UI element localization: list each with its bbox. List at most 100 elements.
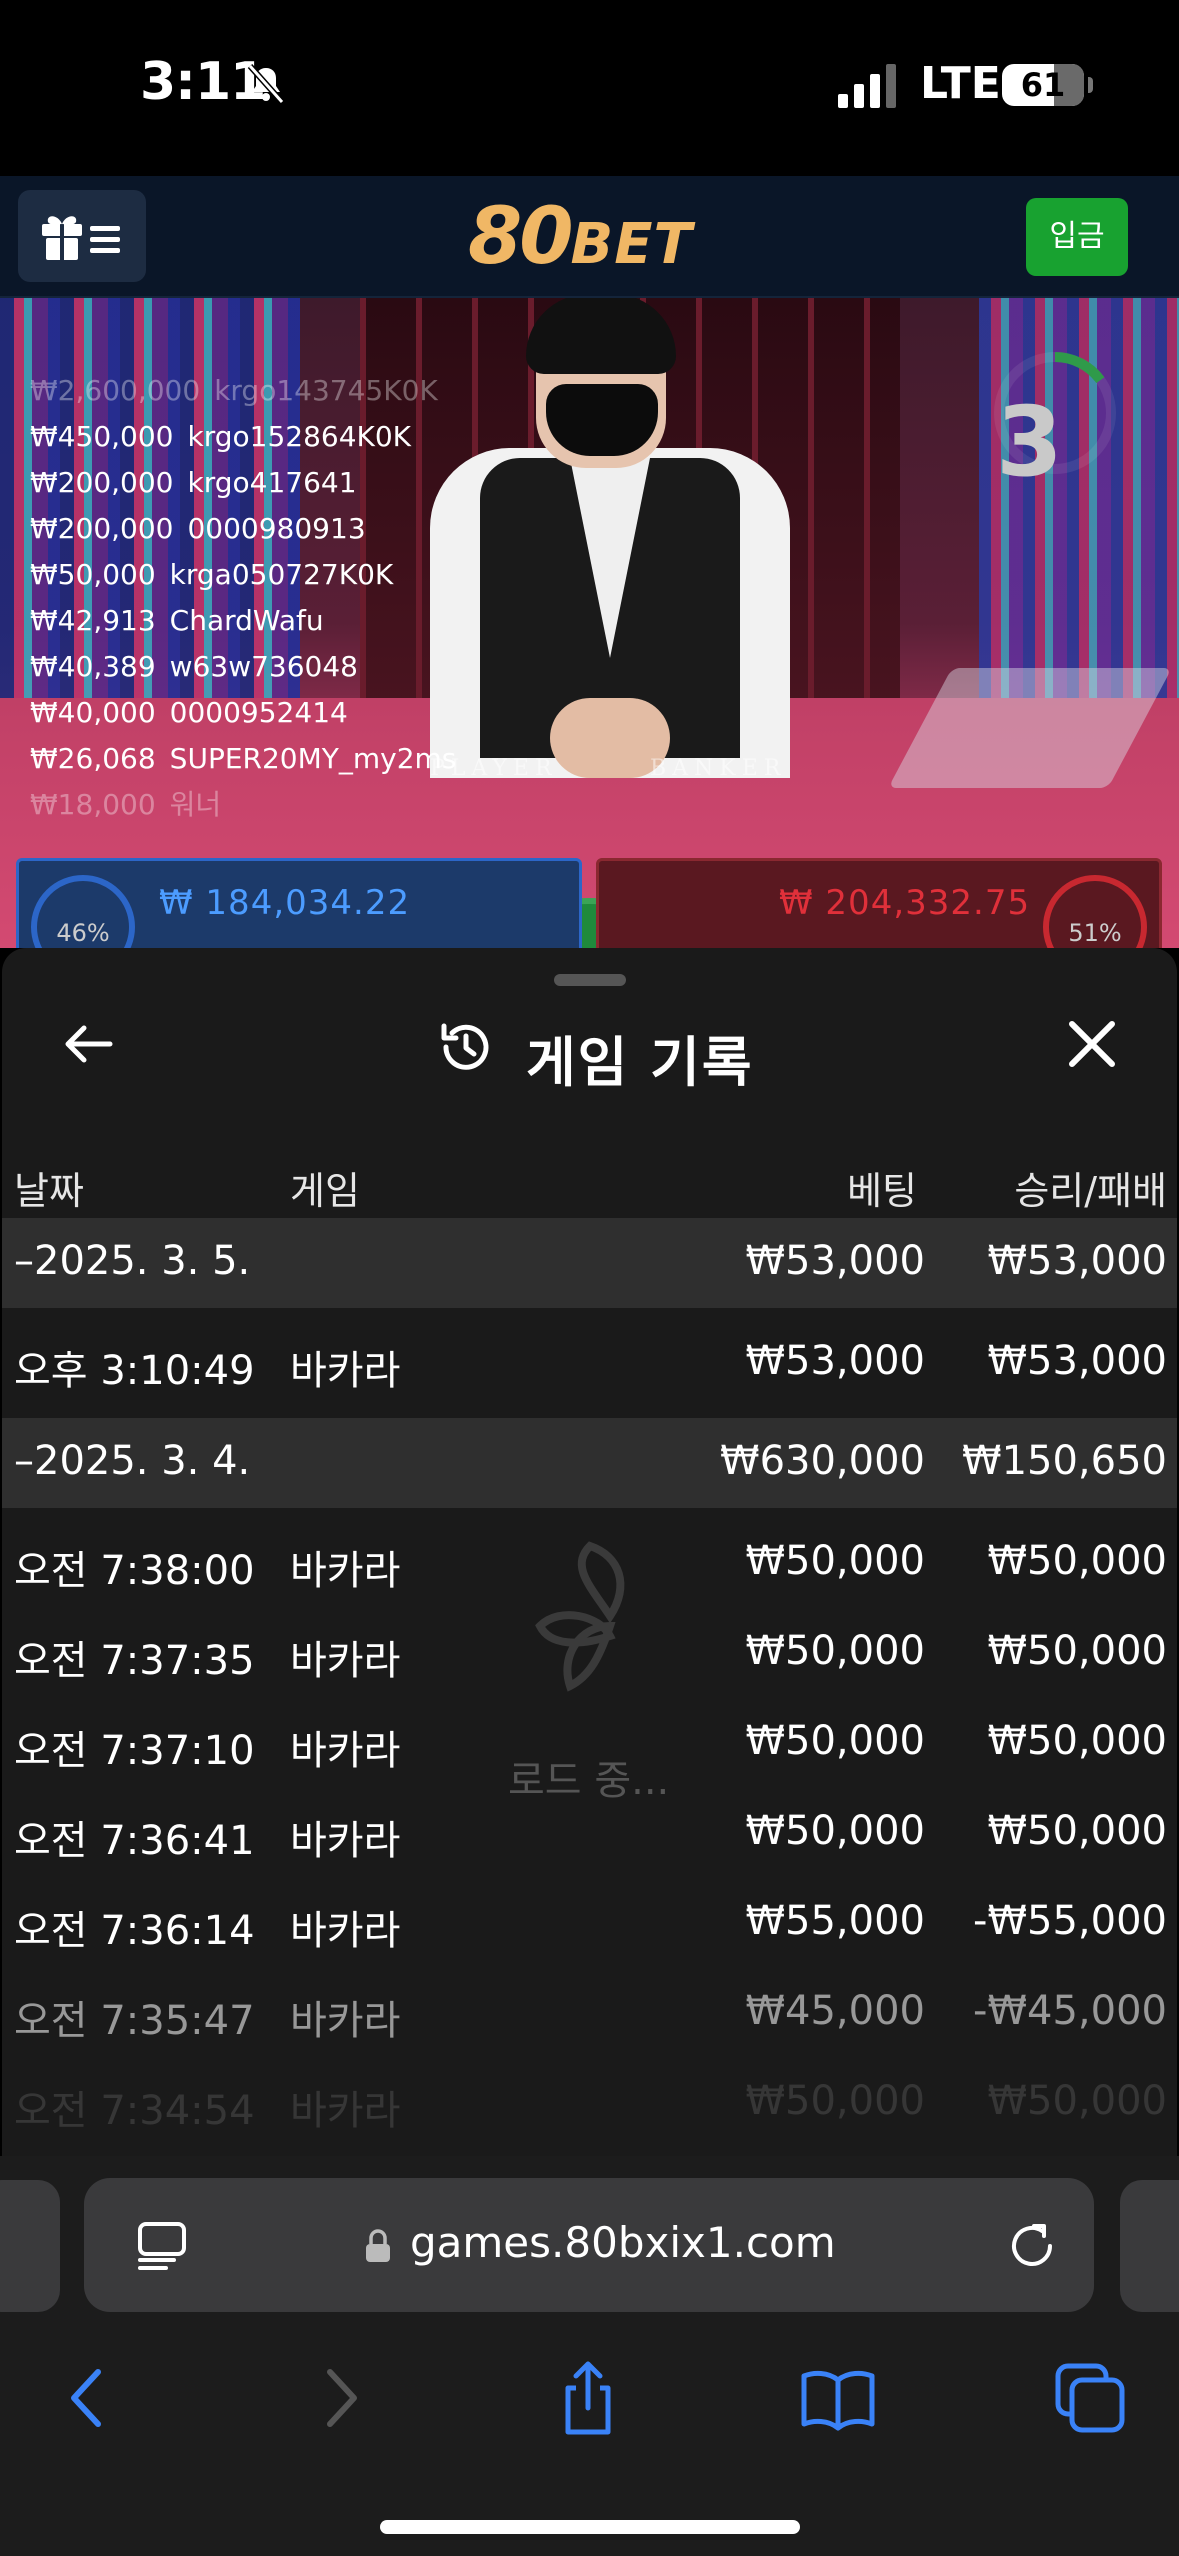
- bet-amount: ₩200,000: [30, 466, 174, 499]
- column-winloss: 승리/패배: [1014, 1169, 1167, 1213]
- brand-logo[interactable]: 80BET: [468, 192, 693, 282]
- bet-amount: ₩200,000: [30, 512, 174, 545]
- lock-icon: [366, 2229, 390, 2262]
- dealer-hair: [526, 298, 676, 374]
- row-date: 오전 7:36:41: [14, 1818, 255, 1864]
- banker-bet-panel[interactable]: ₩ 204,332.75 51%: [596, 858, 1162, 948]
- row-bet: ₩53,000: [745, 1238, 925, 1284]
- player-bet-panel[interactable]: 46% ₩ 184,034.22: [16, 858, 582, 948]
- bet-entry: ₩2,600,000 krgo143745K0K: [30, 368, 456, 414]
- row-game: 바카라: [290, 1818, 401, 1864]
- close-icon[interactable]: [1064, 1016, 1120, 1072]
- forward-nav-icon[interactable]: [300, 2358, 380, 2438]
- share-icon[interactable]: [548, 2358, 628, 2438]
- tabs-icon[interactable]: [1050, 2358, 1130, 2438]
- table-row[interactable]: 오전 7:35:47 바카라 ₩45,000 -₩45,000: [2, 1968, 1177, 2058]
- row-game: 바카라: [290, 1998, 401, 2044]
- bet-entry: ₩200,000 0000980913: [30, 506, 456, 552]
- row-winloss: -₩45,000: [973, 1988, 1167, 2034]
- row-bet: ₩50,000: [745, 1718, 925, 1764]
- bet-user: krgo152864K0K: [187, 420, 412, 453]
- bet-entry: ₩450,000 krgo152864K0K: [30, 414, 456, 460]
- bet-entry: ₩40,389 w63w736048: [30, 644, 456, 690]
- date-group-row[interactable]: –2025. 3. 5. ₩53,000 ₩53,000: [2, 1218, 1177, 1308]
- row-bet: ₩50,000: [745, 1628, 925, 1674]
- banker-percentage: 51%: [1043, 875, 1147, 948]
- bet-amount: ₩18,000: [30, 788, 156, 821]
- row-winloss: ₩50,000: [987, 2078, 1167, 2124]
- home-indicator: [380, 2520, 800, 2534]
- bet-entry: ₩50,000 krga050727K0K: [30, 552, 456, 598]
- row-date: 오후 3:10:49: [14, 1348, 255, 1394]
- table-row[interactable]: 오전 7:36:14 바카라 ₩55,000 -₩55,000: [2, 1878, 1177, 1968]
- row-bet: ₩630,000: [720, 1438, 925, 1484]
- bet-user: 0000980913: [187, 512, 366, 545]
- address-bar[interactable]: games.80bxix1.com: [84, 2178, 1094, 2312]
- bet-entry: ₩42,913 ChardWafu: [30, 598, 456, 644]
- row-game: 바카라: [290, 1908, 401, 1954]
- bet-user: 워너: [169, 788, 222, 821]
- row-bet: ₩55,000: [745, 1898, 925, 1944]
- back-arrow-icon[interactable]: [60, 1016, 116, 1072]
- row-date: 오전 7:35:47: [14, 1998, 255, 2044]
- next-tab-preview[interactable]: [1120, 2180, 1179, 2312]
- battery-level: 61: [1020, 66, 1066, 104]
- menu-button[interactable]: [18, 190, 146, 282]
- bet-user: SUPER20MY_my2ms: [169, 742, 457, 775]
- reader-icon[interactable]: [134, 2218, 190, 2274]
- row-winloss: ₩53,000: [987, 1338, 1167, 1384]
- column-date: 날짜: [14, 1169, 84, 1213]
- deposit-button[interactable]: 입금: [1026, 198, 1128, 276]
- bet-entry: ₩18,000 워너: [30, 782, 456, 828]
- player-total: ₩ 184,034.22: [159, 883, 411, 923]
- row-winloss: -₩55,000: [973, 1898, 1167, 1944]
- row-date: –2025. 3. 4.: [14, 1438, 251, 1484]
- row-date: 오전 7:34:54: [14, 2088, 255, 2134]
- loading-text: 로드 중...: [508, 1758, 670, 1804]
- bet-user: w63w736048: [169, 650, 358, 683]
- felt-banker-label: BANKER: [650, 756, 787, 781]
- logo-number: 80: [468, 192, 574, 282]
- bet-amount: ₩50,000: [30, 558, 156, 591]
- previous-tab-preview[interactable]: [0, 2180, 60, 2312]
- row-winloss: ₩53,000: [987, 1238, 1167, 1284]
- row-winloss: ₩150,650: [962, 1438, 1167, 1484]
- table-row[interactable]: 오후 3:10:49 바카라 ₩53,000 ₩53,000: [2, 1318, 1177, 1408]
- row-date: –2025. 3. 5.: [14, 1238, 251, 1284]
- column-bet: 베팅: [847, 1169, 917, 1213]
- row-game: 바카라: [290, 2088, 401, 2134]
- bet-user: ChardWafu: [169, 604, 324, 637]
- table-row[interactable]: 오전 7:34:54 바카라 ₩50,000 ₩50,000: [2, 2058, 1177, 2148]
- table-header: 날짜 게임 베팅 승리/패배: [2, 1144, 1177, 1216]
- bet-entry: ₩26,068 SUPER20MY_my2ms: [30, 736, 456, 782]
- status-bar: 3:11 LTE 61: [0, 0, 1179, 176]
- row-game: 바카라: [290, 1548, 401, 1594]
- back-nav-icon[interactable]: [48, 2358, 128, 2438]
- row-winloss: ₩50,000: [987, 1538, 1167, 1584]
- row-bet: ₩50,000: [745, 1538, 925, 1584]
- row-bet: ₩50,000: [745, 1808, 925, 1854]
- gift-menu-icon: [42, 216, 120, 260]
- app-header: 80BET 입금: [0, 176, 1179, 298]
- bet-user: krgo143745K0K: [214, 374, 438, 407]
- bet-entry: ₩200,000 krgo417641: [30, 460, 456, 506]
- battery-indicator: 61: [1002, 64, 1093, 106]
- signal-icon: [838, 64, 896, 108]
- reload-icon[interactable]: [1004, 2218, 1060, 2274]
- date-group-row[interactable]: –2025. 3. 4. ₩630,000 ₩150,650: [2, 1418, 1177, 1508]
- bet-amount: ₩450,000: [30, 420, 174, 453]
- row-date: 오전 7:36:14: [14, 1908, 255, 1954]
- bet-amount: ₩40,389: [30, 650, 156, 683]
- sheet-grabber[interactable]: [554, 974, 626, 986]
- bell-slash-icon: [247, 64, 285, 104]
- logo-word: BET: [570, 212, 693, 277]
- bet-user: krgo417641: [187, 466, 357, 499]
- bookmarks-icon[interactable]: [798, 2358, 878, 2438]
- row-game: 바카라: [290, 1728, 401, 1774]
- row-winloss: ₩50,000: [987, 1628, 1167, 1674]
- browser-toolbar: [0, 2316, 1179, 2556]
- history-icon: [441, 1023, 489, 1070]
- row-date: 오전 7:37:35: [14, 1638, 255, 1684]
- loading-spinner-icon: [535, 1541, 625, 1692]
- network-type: LTE: [920, 58, 1001, 109]
